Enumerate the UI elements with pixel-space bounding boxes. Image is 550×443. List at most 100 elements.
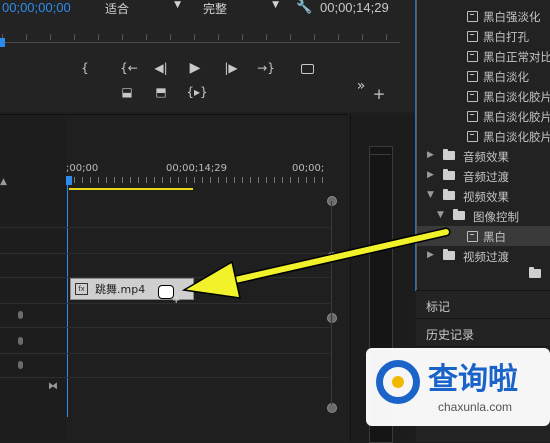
- timeline-panel: ▲ ;00;00 00;00;14;29 00;00; ⧓ fx 跳舞.mp4 …: [0, 114, 348, 442]
- timeline-scrollbar[interactable]: [331, 201, 332, 405]
- tree-item-label: 图像控制: [473, 210, 519, 224]
- mark-in-button[interactable]: {: [76, 60, 94, 76]
- tree-item-preset[interactable]: 黑白淡化胶片: [417, 106, 550, 126]
- tree-folder-video-effects[interactable]: ▼ 视频效果: [417, 186, 550, 206]
- clip-name: 跳舞.mp4: [95, 283, 146, 296]
- tree-item-label: 黑白正常对比度: [483, 50, 550, 64]
- chevron-right-icon: ▶: [427, 150, 434, 160]
- meter-cap: [369, 146, 391, 155]
- step-back-button[interactable]: ◀|: [152, 60, 170, 76]
- watermark-brand: 查询啦: [428, 362, 518, 397]
- scrub-bar[interactable]: [0, 28, 400, 52]
- tree-item-label: 视频过渡: [463, 250, 509, 264]
- duration-timecode: 00;00;14;29: [320, 0, 389, 15]
- zoom-scroll-knob[interactable]: [327, 313, 337, 323]
- track-divider: [0, 377, 330, 378]
- tree-item-label: 黑白打孔: [483, 30, 529, 44]
- panel-tab-label: 标记: [426, 300, 451, 314]
- tree-item-preset[interactable]: 黑白打孔: [417, 26, 550, 46]
- tree-item-preset[interactable]: 黑白淡化胶片: [417, 126, 550, 146]
- playhead-handle[interactable]: [66, 176, 72, 185]
- playhead-line: [67, 185, 68, 417]
- trim-monitor-button[interactable]: {▸}: [186, 84, 208, 100]
- folder-icon: [529, 267, 541, 278]
- more-controls-button[interactable]: »: [352, 78, 370, 94]
- ruler[interactable]: ;00;00 00;00;14;29 00;00;: [66, 159, 330, 193]
- wrench-icon[interactable]: 🔧: [296, 0, 312, 15]
- panel-tab-markers[interactable]: 标记: [416, 290, 550, 319]
- ruler-ticks: [66, 177, 324, 183]
- playhead-marker[interactable]: [0, 38, 5, 47]
- tree-item-label: 音频效果: [463, 150, 509, 164]
- tree-item-label: 视频效果: [463, 190, 509, 204]
- bowtie-icon[interactable]: ⧓: [48, 381, 58, 392]
- fx-badge-icon: fx: [75, 283, 88, 295]
- program-monitor: 00;00;00;00 适合 ▼ 完整 ▼ 🔧 00;00;14;29 { {←…: [0, 0, 414, 112]
- zoom-scroll-knob[interactable]: [327, 403, 337, 413]
- zoom-scroll-knob[interactable]: [327, 196, 337, 206]
- tree-item-label: 黑白淡化胶片: [483, 130, 550, 144]
- add-cursor-icon: +: [172, 295, 181, 306]
- step-forward-button[interactable]: |▶: [222, 60, 240, 76]
- chevron-down-icon: ▼: [427, 190, 434, 200]
- watermark-logo-icon: [376, 360, 420, 404]
- tree-item-label: 黑白淡化胶片: [483, 110, 550, 124]
- effect-icon: [467, 231, 478, 242]
- tree-item-preset[interactable]: 黑白淡化胶片: [417, 86, 550, 106]
- microphone-icon[interactable]: [18, 361, 23, 369]
- chevron-right-icon: ▶: [427, 170, 434, 180]
- chevron-down-icon: ▼: [272, 0, 279, 10]
- tree-item-label: 黑白淡化: [483, 70, 529, 84]
- zoom-dropdown[interactable]: 适合 ▼: [105, 0, 185, 16]
- preset-icon: [467, 131, 478, 142]
- tree-item-preset[interactable]: 黑白强淡化: [417, 6, 550, 26]
- panel-tab-history[interactable]: 历史记录: [416, 318, 550, 347]
- zoom-scroll-knob[interactable]: [327, 252, 337, 262]
- go-to-out-button[interactable]: →}: [255, 60, 277, 76]
- microphone-icon[interactable]: [18, 311, 23, 319]
- scrub-line: [2, 42, 400, 43]
- extract-button[interactable]: ⬒: [152, 84, 170, 100]
- current-timecode[interactable]: 00;00;00;00: [2, 0, 71, 15]
- chevron-right-icon: ▶: [427, 250, 434, 260]
- play-button[interactable]: ▶: [186, 60, 204, 76]
- preset-icon: [467, 91, 478, 102]
- tree-item-black-white[interactable]: 黑白: [417, 226, 550, 246]
- folder-icon: [443, 169, 455, 180]
- tree-item-label: 音频过渡: [463, 170, 509, 184]
- preset-icon: [467, 111, 478, 122]
- ruler-label-mid: 00;00;14;29: [166, 163, 228, 174]
- work-area-bar[interactable]: [69, 188, 193, 190]
- tree-folder-video-transitions[interactable]: ▶ 视频过渡: [417, 246, 550, 266]
- lift-button[interactable]: ⬓: [118, 84, 136, 100]
- tree-item-label: 黑白淡化胶片: [483, 90, 550, 104]
- tree-item-label: 黑白: [483, 230, 506, 244]
- preset-icon: [467, 51, 478, 62]
- ruler-label-end: 00;00;: [292, 163, 325, 174]
- go-to-in-button[interactable]: {←: [118, 60, 140, 76]
- quality-dropdown-value: 完整: [203, 2, 228, 16]
- tree-folder-audio-transitions[interactable]: ▶ 音频过渡: [417, 166, 550, 186]
- tree-folder-audio-effects[interactable]: ▶ 音频效果: [417, 146, 550, 166]
- tree-item-preset[interactable]: 黑白淡化: [417, 66, 550, 86]
- ruler-label-start: ;00;00: [66, 163, 99, 174]
- track-divider: [0, 353, 330, 354]
- export-frame-button[interactable]: [298, 60, 316, 76]
- chevron-down-icon: ▼: [174, 0, 181, 10]
- quality-dropdown[interactable]: 完整 ▼: [203, 0, 283, 16]
- folder-icon: [443, 249, 455, 260]
- folder-icon: [443, 149, 455, 160]
- tree-folder-image-control[interactable]: ▼ 图像控制: [417, 206, 550, 226]
- tree-item-preset[interactable]: 黑白正常对比度: [417, 46, 550, 66]
- watermark: 查询啦 chaxunla.com: [366, 348, 550, 426]
- timeline-left-arrow[interactable]: ▲: [0, 177, 7, 187]
- track-divider: [0, 303, 330, 304]
- tree-item-label: 黑白强淡化: [483, 10, 541, 24]
- folder-icon: [443, 189, 455, 200]
- scrub-ticks: [2, 34, 400, 40]
- watermark-url: chaxunla.com: [438, 400, 513, 414]
- microphone-icon[interactable]: [18, 337, 23, 345]
- add-button-editor[interactable]: +: [370, 86, 388, 102]
- preset-icon: [467, 31, 478, 42]
- preset-icon: [467, 11, 478, 22]
